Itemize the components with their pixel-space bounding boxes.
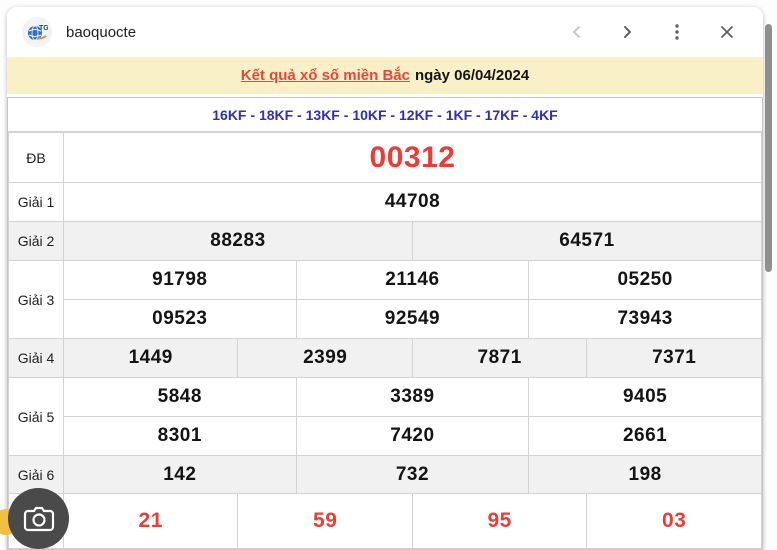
table-row-g3-line1: Giải 3 91798 21146 05250 — [9, 261, 762, 300]
site-title: baoquocte — [66, 24, 567, 41]
prize-value: 05250 — [529, 261, 762, 300]
table-row-g5-line2: 8301 7420 2661 — [9, 417, 762, 456]
prize-value: 198 — [529, 456, 762, 494]
prize-value: 00312 — [64, 133, 762, 183]
result-date: ngày 06/04/2024 — [415, 67, 529, 84]
prize-label: ĐB — [9, 133, 64, 183]
prize-value: 9405 — [529, 378, 762, 417]
prize-value: 2399 — [238, 339, 412, 378]
prize-value: 92549 — [296, 300, 529, 339]
station-link[interactable]: 12KF — [399, 107, 433, 123]
station-links-row: 16KF - 18KF - 13KF - 10KF - 12KF - 1KF -… — [8, 98, 762, 132]
result-title-link[interactable]: Kết quả xổ số miền Bắc — [241, 67, 410, 84]
card-controls — [567, 22, 737, 42]
results-board: 16KF - 18KF - 13KF - 10KF - 12KF - 1KF -… — [7, 97, 763, 550]
station-link[interactable]: 13KF — [306, 107, 340, 123]
screenshot-camera-button[interactable] — [8, 488, 69, 549]
prize-value: 21146 — [296, 261, 529, 300]
prize-value: 44708 — [64, 183, 762, 222]
prize-value: 03 — [587, 494, 762, 549]
prize-value: 7871 — [412, 339, 586, 378]
globe-logo-icon: TG — [26, 21, 48, 43]
more-options-button[interactable] — [667, 22, 687, 42]
station-link[interactable]: 16KF — [212, 107, 246, 123]
table-row-g6: Giải 6 142 732 198 — [9, 456, 762, 494]
station-link[interactable]: 17KF — [485, 107, 519, 123]
prize-label: Giải 2 — [9, 222, 64, 261]
chevron-right-icon — [620, 25, 634, 39]
prize-value: 21 — [64, 494, 238, 549]
prize-value: 2661 — [529, 417, 762, 456]
svg-text:TG: TG — [39, 25, 48, 32]
table-row-db: ĐB 00312 — [9, 133, 762, 183]
table-row-g5-line1: Giải 5 5848 3389 9405 — [9, 378, 762, 417]
prize-label: Giải 1 — [9, 183, 64, 222]
prize-value: 73943 — [529, 300, 762, 339]
separator: - — [519, 107, 531, 123]
separator: - — [246, 107, 258, 123]
prize-value: 09523 — [64, 300, 297, 339]
prize-value: 59 — [238, 494, 412, 549]
prize-value: 3389 — [296, 378, 529, 417]
prize-value: 88283 — [64, 222, 413, 261]
prize-value: 95 — [412, 494, 586, 549]
prize-label: Giải 5 — [9, 378, 64, 456]
site-favicon: TG — [22, 17, 52, 47]
prize-value: 732 — [296, 456, 529, 494]
close-button[interactable] — [717, 22, 737, 42]
station-link[interactable]: 1KF — [446, 107, 472, 123]
separator: - — [387, 107, 399, 123]
separator: - — [293, 107, 305, 123]
separator: - — [340, 107, 352, 123]
prize-value: 8301 — [64, 417, 297, 456]
prize-value: 142 — [64, 456, 297, 494]
result-card: TG baoquocte — [7, 7, 763, 550]
prize-value: 1449 — [64, 339, 238, 378]
separator: - — [433, 107, 445, 123]
station-link[interactable]: 18KF — [259, 107, 293, 123]
back-button[interactable] — [567, 22, 587, 42]
table-row-g2: Giải 2 88283 64571 — [9, 222, 762, 261]
table-row-g1: Giải 1 44708 — [9, 183, 762, 222]
prize-label: Giải 4 — [9, 339, 64, 378]
station-link[interactable]: 4KF — [531, 107, 557, 123]
table-row-g3-line2: 09523 92549 73943 — [9, 300, 762, 339]
table-row-g7: 21 59 95 03 — [9, 494, 762, 549]
results-table: ĐB 00312 Giải 1 44708 Giải 2 88283 64571… — [8, 132, 762, 549]
close-icon — [720, 25, 734, 39]
result-banner: Kết quả xổ số miền Bắc ngày 06/04/2024 — [7, 57, 763, 94]
kebab-menu-icon — [675, 24, 679, 40]
vertical-scrollbar-thumb[interactable] — [765, 24, 772, 272]
camera-icon — [23, 505, 55, 533]
table-row-g4: Giải 4 1449 2399 7871 7371 — [9, 339, 762, 378]
separator: - — [472, 107, 484, 123]
prize-value: 7371 — [587, 339, 762, 378]
prize-value: 64571 — [412, 222, 761, 261]
prize-value: 5848 — [64, 378, 297, 417]
forward-button[interactable] — [617, 22, 637, 42]
prize-value: 91798 — [64, 261, 297, 300]
prize-label: Giải 3 — [9, 261, 64, 339]
station-link[interactable]: 10KF — [352, 107, 386, 123]
chevron-left-icon — [570, 25, 584, 39]
prize-value: 7420 — [296, 417, 529, 456]
card-header: TG baoquocte — [7, 7, 763, 57]
